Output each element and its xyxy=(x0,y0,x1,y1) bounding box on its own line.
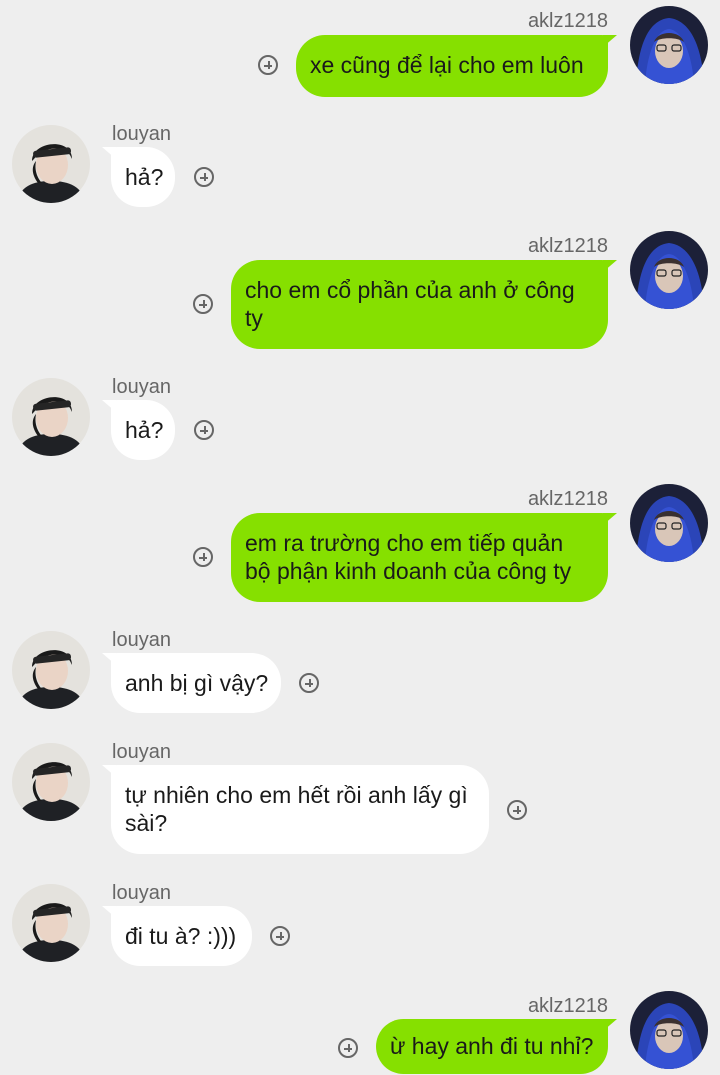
sender-name: louyan xyxy=(112,629,171,651)
chat-message: aklz1218 xe cũng để lại cho em luôn xyxy=(0,0,720,110)
sender-name: aklz1218 xyxy=(527,235,608,257)
message-bubble[interactable]: cho em cổ phần của anh ở công ty xyxy=(231,260,617,349)
add-reaction-icon[interactable] xyxy=(194,167,214,187)
chat-message: aklz1218 cho em cổ phần của anh ở công t… xyxy=(0,225,720,355)
message-bubble[interactable]: ừ hay anh đi tu nhỉ? xyxy=(376,1019,617,1074)
chat-message: louyan đi tu à? :))) xyxy=(0,879,720,979)
message-bubble[interactable]: đi tu à? :))) xyxy=(102,906,252,966)
message-bubble[interactable]: hả? xyxy=(102,147,175,207)
add-reaction-icon[interactable] xyxy=(193,294,213,314)
message-bubble[interactable]: anh bị gì vậy? xyxy=(102,653,281,713)
chat-message: louyan anh bị gì vậy? xyxy=(0,626,720,726)
message-bubble[interactable]: em ra trường cho em tiếp quản bộ phận ki… xyxy=(231,513,617,602)
chat-message: louyan tự nhiên cho em hết rồi anh lấy g… xyxy=(0,738,720,863)
sender-name: aklz1218 xyxy=(527,995,608,1017)
chat-message: louyan hả? xyxy=(0,120,720,220)
other-avatar[interactable] xyxy=(12,743,90,821)
add-reaction-icon[interactable] xyxy=(194,420,214,440)
message-bubble[interactable]: xe cũng để lại cho em luôn xyxy=(296,35,617,97)
add-reaction-icon[interactable] xyxy=(270,926,290,946)
add-reaction-icon[interactable] xyxy=(338,1038,358,1058)
message-bubble[interactable]: hả? xyxy=(102,400,175,460)
chat-message: aklz1218 em ra trường cho em tiếp quản b… xyxy=(0,478,720,608)
sender-name: louyan xyxy=(112,123,171,145)
add-reaction-icon[interactable] xyxy=(507,800,527,820)
message-bubble[interactable]: tự nhiên cho em hết rồi anh lấy gì sài? xyxy=(102,765,489,854)
sender-name: aklz1218 xyxy=(527,10,608,32)
self-avatar[interactable] xyxy=(630,484,708,562)
add-reaction-icon[interactable] xyxy=(258,55,278,75)
other-avatar[interactable] xyxy=(12,631,90,709)
chat-message: louyan hả? xyxy=(0,373,720,473)
self-avatar[interactable] xyxy=(630,6,708,84)
other-avatar[interactable] xyxy=(12,884,90,962)
sender-name: louyan xyxy=(112,376,171,398)
sender-name: louyan xyxy=(112,741,171,763)
add-reaction-icon[interactable] xyxy=(193,547,213,567)
sender-name: aklz1218 xyxy=(527,488,608,510)
add-reaction-icon[interactable] xyxy=(299,673,319,693)
chat-message: aklz1218 ừ hay anh đi tu nhỉ? xyxy=(0,985,720,1075)
other-avatar[interactable] xyxy=(12,125,90,203)
sender-name: louyan xyxy=(112,882,171,904)
other-avatar[interactable] xyxy=(12,378,90,456)
self-avatar[interactable] xyxy=(630,991,708,1069)
self-avatar[interactable] xyxy=(630,231,708,309)
